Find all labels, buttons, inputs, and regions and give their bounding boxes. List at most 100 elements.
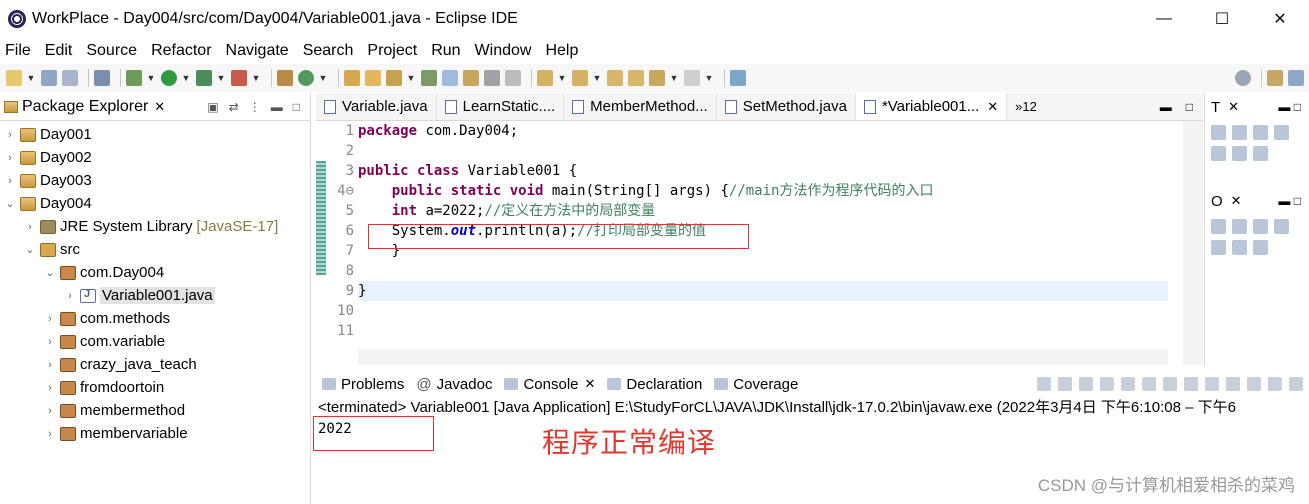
hide-static-icon[interactable] xyxy=(1253,219,1268,234)
show-on-error-icon[interactable] xyxy=(1184,377,1198,391)
tree-item-package-com-variable[interactable]: › com.variable xyxy=(0,330,310,353)
code-editor[interactable]: 1 2 3 4⊖ 5 6 7 8 9 10 11 package com.Day… xyxy=(316,121,1203,365)
minimize-view-icon[interactable]: ▬ □ xyxy=(1278,194,1309,208)
close-window-button[interactable]: ✕ xyxy=(1251,0,1309,38)
close-icon[interactable]: ✕ xyxy=(154,99,165,115)
hide-non-public-icon[interactable] xyxy=(1274,219,1289,234)
expand-arrow-icon[interactable]: › xyxy=(64,290,76,302)
chevron-down-icon[interactable]: ▼ xyxy=(593,70,602,86)
tab-javadoc[interactable]: @ Javadoc xyxy=(410,376,498,393)
tab-problems[interactable]: Problems xyxy=(316,376,410,393)
tree-item-variable001-java[interactable]: › Variable001.java xyxy=(0,284,310,307)
chevron-down-icon[interactable]: ▼ xyxy=(217,70,226,86)
categorized-icon[interactable] xyxy=(1253,125,1268,140)
horizontal-scrollbar[interactable] xyxy=(358,349,1168,365)
back-icon[interactable] xyxy=(649,70,665,86)
collapse-all-icon[interactable] xyxy=(1211,146,1226,161)
coverage-icon[interactable] xyxy=(196,70,212,86)
tree-item-jre-library[interactable]: › JRE System Library [JavaSE-17] xyxy=(0,215,310,238)
tree-item-package-membermethod[interactable]: › membermethod xyxy=(0,399,310,422)
maximize-view-icon[interactable]: □ xyxy=(1186,100,1193,114)
mark-occurrences-icon[interactable] xyxy=(442,70,458,86)
pin-console-icon[interactable] xyxy=(1205,377,1219,391)
open-folder-icon[interactable] xyxy=(365,70,381,86)
new-task-icon[interactable] xyxy=(1211,125,1226,140)
remove-all-terminated-icon[interactable] xyxy=(1079,377,1093,391)
chevron-down-icon[interactable]: ▼ xyxy=(182,70,191,86)
tab-console[interactable]: Console ✕ xyxy=(498,375,602,393)
save-icon[interactable] xyxy=(41,70,57,86)
block-selection-icon[interactable] xyxy=(463,70,479,86)
menu-source[interactable]: Source xyxy=(86,42,137,60)
open-type-icon[interactable] xyxy=(344,70,360,86)
search-icon[interactable] xyxy=(1235,70,1251,86)
tree-item-day001[interactable]: › Day001 xyxy=(0,123,310,146)
focus-icon[interactable] xyxy=(1274,125,1289,140)
menu-refactor[interactable]: Refactor xyxy=(151,42,211,60)
open-console-icon[interactable] xyxy=(1247,377,1261,391)
search-tool-icon[interactable] xyxy=(386,70,402,86)
close-icon[interactable]: ✕ xyxy=(585,376,596,392)
menu-run[interactable]: Run xyxy=(431,42,460,60)
maximize-view-icon[interactable]: □ xyxy=(293,100,300,114)
collapse-arrow-icon[interactable]: ⌄ xyxy=(4,197,16,210)
new-icon[interactable] xyxy=(6,70,22,86)
editor-tab-setmethod[interactable]: SetMethod.java xyxy=(717,93,856,120)
run-icon[interactable] xyxy=(161,70,177,86)
forward-edit-icon[interactable] xyxy=(628,70,644,86)
menu-search[interactable]: Search xyxy=(303,42,354,60)
expand-arrow-icon[interactable]: › xyxy=(4,152,16,164)
menu-edit[interactable]: Edit xyxy=(45,42,73,60)
editor-tab-membermethod[interactable]: MemberMethod... xyxy=(564,93,717,120)
tree-item-package-membervariable[interactable]: › membervariable xyxy=(0,422,310,445)
tree-item-package-crazy-java-teach[interactable]: › crazy_java_teach xyxy=(0,353,310,376)
expand-arrow-icon[interactable]: › xyxy=(44,359,56,371)
collapse-arrow-icon[interactable]: ⌄ xyxy=(44,266,56,279)
sort-icon[interactable] xyxy=(1211,219,1226,234)
tree-item-day002[interactable]: › Day002 xyxy=(0,146,310,169)
new-java-project-icon[interactable] xyxy=(277,70,293,86)
editor-tab-learnstatic[interactable]: LearnStatic.... xyxy=(437,93,565,120)
hide-local-types-icon[interactable] xyxy=(1211,240,1226,255)
show-whitespace-icon[interactable] xyxy=(505,70,521,86)
tree-item-day004[interactable]: ⌄ Day004 xyxy=(0,192,310,215)
skip-breakpoints-icon[interactable] xyxy=(94,70,110,86)
close-icon[interactable]: ✕ xyxy=(1231,193,1242,209)
external-tools-icon[interactable] xyxy=(231,70,247,86)
link-with-editor-icon[interactable] xyxy=(1232,240,1247,255)
minimize-view-icon[interactable]: ▬ xyxy=(1160,100,1172,114)
word-wrap-icon[interactable] xyxy=(1142,377,1156,391)
show-on-output-icon[interactable] xyxy=(1163,377,1177,391)
word-wrap-icon[interactable] xyxy=(484,70,500,86)
expand-arrow-icon[interactable]: › xyxy=(44,336,56,348)
minimize-view-icon[interactable]: ▬ xyxy=(271,100,283,114)
expand-arrow-icon[interactable]: › xyxy=(44,313,56,325)
chevron-down-icon[interactable]: ▼ xyxy=(705,70,714,86)
chevron-down-icon[interactable]: ▼ xyxy=(407,70,416,86)
line-number[interactable]: 4⊖ xyxy=(330,181,354,201)
annotation-icon[interactable] xyxy=(421,70,437,86)
close-icon[interactable]: ✕ xyxy=(987,99,998,115)
debug-icon[interactable] xyxy=(126,70,142,86)
link-icon[interactable] xyxy=(1253,146,1268,161)
open-perspective-icon[interactable] xyxy=(1267,70,1283,86)
minimize-view-icon[interactable]: ▬ □ xyxy=(1278,100,1309,114)
expand-arrow-icon[interactable]: › xyxy=(24,221,36,233)
hide-fields-icon[interactable] xyxy=(1232,219,1247,234)
menu-help[interactable]: Help xyxy=(545,42,578,60)
minimize-button[interactable]: — xyxy=(1135,0,1193,38)
task-list-tab[interactable]: T ✕ ▬ □ xyxy=(1205,93,1309,121)
outline-tab[interactable]: O ✕ ▬ □ xyxy=(1205,187,1309,215)
focus-icon[interactable] xyxy=(1253,240,1268,255)
view-menu-icon[interactable]: ⋮ xyxy=(249,100,261,114)
scroll-lock-icon[interactable] xyxy=(1121,377,1135,391)
previous-annotation-icon[interactable] xyxy=(572,70,588,86)
java-perspective-icon[interactable] xyxy=(1288,70,1304,86)
menu-file[interactable]: File xyxy=(5,42,31,60)
remove-launch-icon[interactable] xyxy=(1058,377,1072,391)
menu-window[interactable]: Window xyxy=(475,42,532,60)
editor-tab-variable[interactable]: Variable.java xyxy=(316,93,437,120)
editor-tab-variable001[interactable]: *Variable001... ✕ xyxy=(855,93,1008,120)
tree-item-src[interactable]: ⌄ src xyxy=(0,238,310,261)
pin-editor-icon[interactable] xyxy=(730,70,746,86)
